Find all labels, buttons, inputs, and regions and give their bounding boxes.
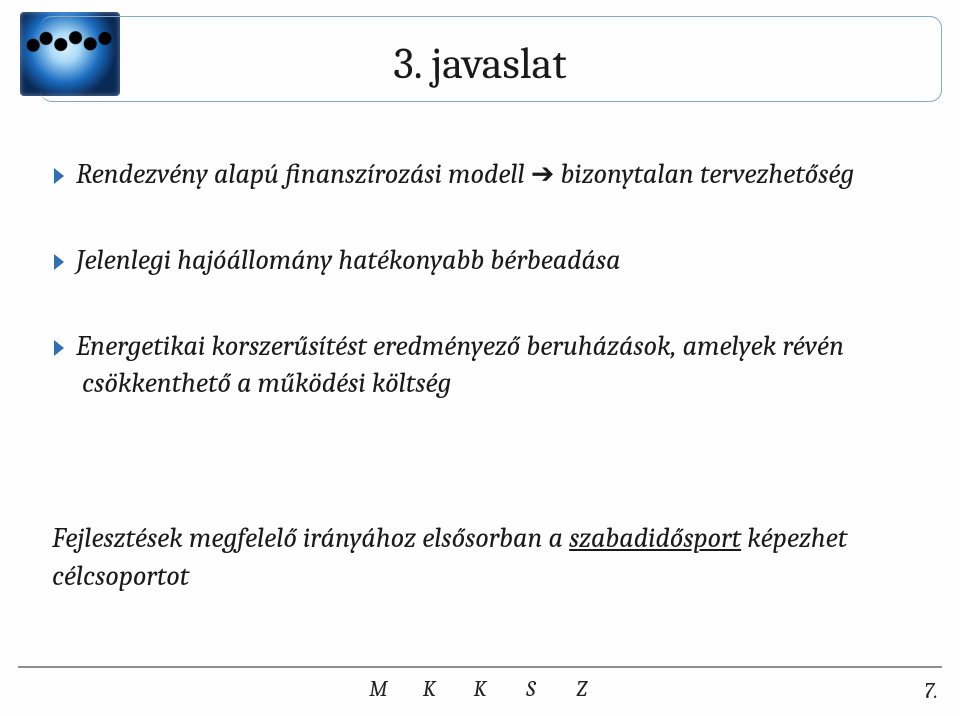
slide-title: 3. javaslat	[0, 38, 960, 89]
bullet-text: Rendezvény alapú finanszírozási modell	[76, 158, 531, 190]
chevron-icon	[52, 242, 76, 280]
title-region: 3. javaslat	[0, 10, 960, 110]
bullet-text-tail: bizonytalan tervezhetőség	[554, 158, 854, 190]
right-arrow-icon: ➔	[531, 158, 554, 189]
footer-letter: K	[406, 676, 452, 702]
bullet-text: Jelenlegi hajóállomány hatékonyabb bérbe…	[76, 244, 621, 276]
footer-letter: M	[355, 676, 401, 702]
conclusion-underlined: szabadidősport	[569, 522, 741, 554]
slide: 3. javaslat Rendezvény alapú finanszíroz…	[0, 0, 960, 716]
footer-letter: Z	[559, 676, 605, 702]
footer-divider	[18, 666, 942, 668]
bullet-item: Energetikai korszerűsítést eredményező b…	[52, 328, 900, 404]
footer-letter: K	[457, 676, 503, 702]
conclusion-lead: Fejlesztések megfelelő irányához elsősor…	[52, 522, 569, 554]
chevron-icon	[52, 156, 76, 194]
chevron-icon	[52, 328, 76, 366]
conclusion-text: Fejlesztések megfelelő irányához elsősor…	[52, 520, 900, 596]
bullet-text: Energetikai korszerűsítést eredményező b…	[76, 330, 844, 400]
page-number: 7.	[924, 678, 938, 704]
footer-letter: S	[508, 676, 554, 702]
footer-acronym: M K K S Z	[0, 676, 960, 702]
bullet-item: Jelenlegi hajóállomány hatékonyabb bérbe…	[52, 242, 900, 280]
content-body: Rendezvény alapú finanszírozási modell ➔…	[52, 155, 900, 451]
bullet-item: Rendezvény alapú finanszírozási modell ➔…	[52, 155, 900, 194]
